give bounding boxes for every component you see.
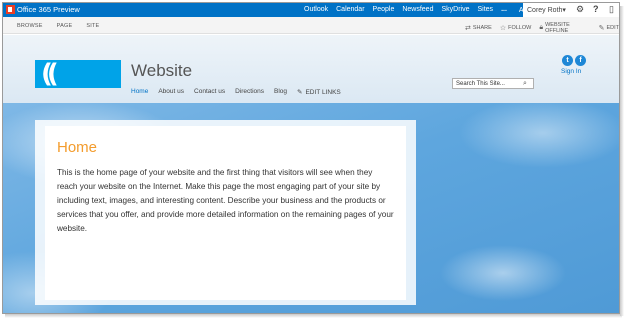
site-title[interactable]: Website [131,61,192,81]
website-offline-button[interactable]: 🔒︎ WEBSITE OFFLINE [539,22,590,34]
site-logo[interactable]: (( [35,60,121,88]
edit-label: EDIT [606,25,619,31]
tab-page[interactable]: PAGE [57,23,73,29]
nav-contact-us[interactable]: Contact us [194,88,225,96]
content-area: Home This is the home page of your websi… [45,126,406,300]
notification-icon[interactable]: ▯ [609,4,614,15]
offline-label: WEBSITE OFFLINE [545,22,570,34]
search-icon[interactable]: ⌕ [523,80,527,88]
suite-link-outlook[interactable]: Outlook [300,6,332,14]
follow-button[interactable]: ☆ FOLLOW [500,22,532,34]
page-title: Home [57,139,98,156]
logo-mark: (( [41,59,59,89]
sign-in-link[interactable]: Sign In [561,68,581,75]
help-icon[interactable]: ? [593,4,599,14]
pencil-icon: ✎ [297,89,303,96]
nav-about-us[interactable]: About us [158,88,184,96]
office-logo-icon [6,5,15,14]
user-menu[interactable]: Corey Roth▾ [527,6,566,14]
facebook-icon[interactable]: f [575,55,586,66]
suite-link-more[interactable]: ... [497,6,511,14]
page-body-text: This is the home page of your website an… [57,168,394,233]
share-label: SHARE [472,25,492,31]
edit-button[interactable]: ✎ EDIT [599,22,619,34]
office365-brand[interactable]: Office 365 Preview [6,5,80,14]
suite-link-newsfeed[interactable]: Newsfeed [398,6,437,14]
suite-nav: Outlook Calendar People Newsfeed SkyDriv… [300,6,560,14]
share-icon: ⇄ [465,25,471,32]
frame-shadow-right [620,6,624,316]
star-icon: ☆ [499,25,507,32]
background-sky-image: Home This is the home page of your websi… [3,103,619,313]
nav-blog[interactable]: Blog [274,88,287,96]
edit-links-label: EDIT LINKS [305,88,341,96]
browser-frame: Office 365 Preview Outlook Calendar Peop… [2,2,620,314]
gear-icon[interactable]: ⚙ [576,4,584,15]
frame-shadow-bottom [5,314,622,318]
user-name-label: Corey Roth [527,7,563,14]
lock-icon: 🔒︎ [539,24,544,31]
nav-directions[interactable]: Directions [235,88,264,96]
social-links: t f [562,55,586,66]
edit-links-button[interactable]: ✎ EDIT LINKS [297,88,341,97]
suite-link-people[interactable]: People [369,6,399,14]
tab-browse[interactable]: BROWSE [17,23,43,29]
tab-site[interactable]: SITE [86,23,99,29]
suite-link-skydrive[interactable]: SkyDrive [437,6,473,14]
content-panel: Home This is the home page of your websi… [35,120,416,305]
suite-link-calendar[interactable]: Calendar [332,6,368,14]
top-navigation: Home About us Contact us Directions Blog… [131,88,341,96]
user-area: Corey Roth▾ ⚙ ? ▯ [523,3,619,17]
search-input[interactable]: Search This Site... [452,78,534,89]
ribbon: BROWSE PAGE SITE ⇄ SHARE ☆ FOLLOW 🔒︎ WEBSIT… [3,17,619,34]
suite-link-sites[interactable]: Sites [474,6,498,14]
share-button[interactable]: ⇄ SHARE [465,22,492,34]
follow-label: FOLLOW [508,25,532,31]
twitter-icon[interactable]: t [562,55,573,66]
brand-label: Office 365 Preview [17,5,80,14]
site-header: (( Website Home About us Contact us Dire… [3,35,619,103]
ribbon-tabs: BROWSE PAGE SITE [17,23,99,29]
nav-home[interactable]: Home [131,88,148,96]
ribbon-actions: ⇄ SHARE ☆ FOLLOW 🔒︎ WEBSITE OFFLINE ✎ EDIT [465,22,619,34]
suite-bar: Office 365 Preview Outlook Calendar Peop… [3,3,619,17]
pencil-icon: ✎ [598,25,605,32]
